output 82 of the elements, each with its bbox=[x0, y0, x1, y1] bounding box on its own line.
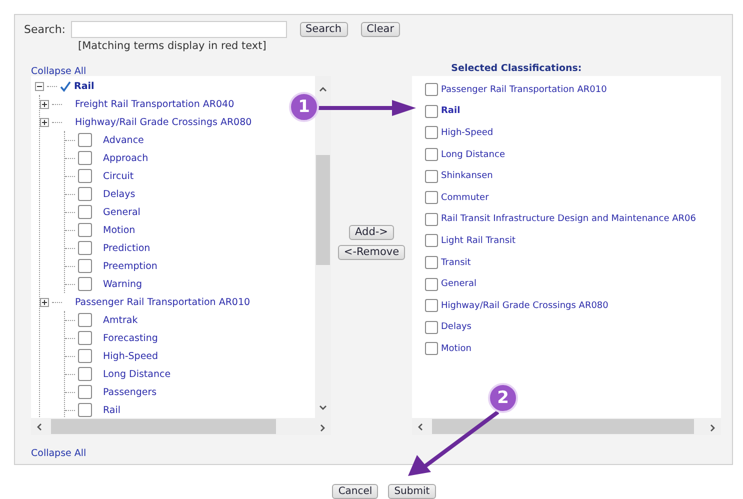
tree-item[interactable]: Warning bbox=[103, 278, 142, 290]
remove-button[interactable]: <-Remove bbox=[338, 245, 406, 260]
selected-item[interactable]: Light Rail Transit bbox=[441, 236, 516, 246]
checkbox[interactable] bbox=[78, 133, 92, 147]
checkbox[interactable] bbox=[425, 126, 438, 140]
tree-item[interactable]: Circuit bbox=[103, 170, 134, 182]
scroll-right-icon[interactable] bbox=[319, 424, 327, 432]
expand-icon[interactable] bbox=[40, 298, 49, 306]
checkbox[interactable] bbox=[78, 349, 92, 363]
scroll-right-icon[interactable] bbox=[709, 424, 717, 432]
tree-item[interactable]: Highway/Rail Grade Crossings AR080 bbox=[75, 116, 252, 128]
collapse-all-link[interactable]: Collapse All bbox=[31, 66, 86, 76]
tree-item[interactable]: Preemption bbox=[103, 260, 158, 272]
selected-item[interactable]: Rail Transit Infrastructure Design and Maintenance AR06 bbox=[441, 214, 696, 224]
checkbox[interactable] bbox=[78, 223, 92, 237]
clear-button[interactable]: Clear bbox=[360, 22, 400, 37]
selected-item[interactable]: High-Speed bbox=[441, 128, 494, 138]
tree-item[interactable]: Freight Rail Transportation AR040 bbox=[75, 98, 234, 110]
scroll-up-icon[interactable] bbox=[319, 85, 327, 93]
search-hint: [Matching terms display in red text] bbox=[78, 40, 268, 52]
checkbox[interactable] bbox=[425, 83, 438, 96]
checkbox[interactable] bbox=[425, 170, 438, 183]
scroll-left-icon[interactable] bbox=[416, 422, 424, 430]
selected-item[interactable]: Long Distance bbox=[441, 150, 505, 160]
selected-item[interactable]: Rail bbox=[441, 106, 460, 116]
checkbox[interactable] bbox=[425, 234, 438, 248]
tree-item[interactable]: Prediction bbox=[103, 242, 150, 254]
tree-item[interactable]: Passengers bbox=[103, 386, 157, 398]
tree-item[interactable]: Approach bbox=[103, 152, 148, 164]
submit-button[interactable]: Submit bbox=[388, 484, 436, 499]
tree-item[interactable]: Rail bbox=[74, 80, 94, 92]
scroll-left-icon[interactable] bbox=[35, 422, 43, 430]
tree-item[interactable]: Rail bbox=[103, 404, 120, 416]
tree-item[interactable]: Forecasting bbox=[103, 332, 158, 344]
collapse-icon[interactable] bbox=[35, 82, 44, 90]
scroll-down-icon[interactable] bbox=[319, 404, 327, 412]
tree-item[interactable]: Amtrak bbox=[103, 314, 138, 326]
checkbox[interactable] bbox=[78, 169, 92, 183]
checkbox[interactable] bbox=[78, 187, 92, 201]
selected-item[interactable]: Shinkansen bbox=[441, 171, 493, 182]
tree-item[interactable]: Passenger Rail Transportation AR010 bbox=[75, 296, 250, 308]
search-button[interactable]: Search bbox=[300, 22, 348, 37]
selected-item[interactable]: Commuter bbox=[441, 192, 489, 203]
checkbox[interactable] bbox=[425, 104, 438, 118]
selected-item[interactable]: Transit bbox=[441, 258, 471, 268]
search-field[interactable] bbox=[70, 21, 286, 38]
selected-title: Selected Classifications: bbox=[451, 62, 582, 74]
search-label: Search: bbox=[24, 23, 66, 36]
checkbox[interactable] bbox=[425, 256, 438, 270]
expand-icon[interactable] bbox=[40, 118, 49, 126]
cancel-button[interactable]: Cancel bbox=[332, 484, 378, 499]
selected-item[interactable]: General bbox=[441, 279, 476, 290]
checkbox[interactable] bbox=[78, 403, 92, 417]
tree-item[interactable]: High-Speed bbox=[103, 350, 158, 362]
checkbox[interactable] bbox=[425, 278, 438, 291]
tree-item[interactable]: Long Distance bbox=[103, 368, 171, 380]
checkbox[interactable] bbox=[78, 331, 92, 345]
checkbox[interactable] bbox=[425, 148, 438, 162]
checkbox[interactable] bbox=[425, 191, 438, 204]
tree-item[interactable]: Delays bbox=[103, 188, 136, 200]
checkbox[interactable] bbox=[78, 205, 92, 219]
selected-item[interactable]: Delays bbox=[441, 322, 472, 332]
tree-item[interactable]: Motion bbox=[103, 224, 136, 236]
selected-item[interactable]: Motion bbox=[441, 344, 472, 354]
checkbox[interactable] bbox=[78, 367, 92, 381]
expand-icon[interactable] bbox=[40, 100, 49, 108]
checkbox[interactable] bbox=[425, 299, 438, 312]
selected-item[interactable]: Highway/Rail Grade Crossings AR080 bbox=[441, 300, 608, 311]
checkbox[interactable] bbox=[78, 277, 92, 291]
checkbox[interactable] bbox=[425, 320, 438, 334]
checkbox[interactable] bbox=[78, 241, 92, 255]
checkbox[interactable] bbox=[425, 342, 438, 356]
add-button[interactable]: Add-> bbox=[349, 225, 394, 240]
checkbox[interactable] bbox=[78, 259, 92, 273]
checkbox[interactable] bbox=[425, 212, 438, 226]
checkbox[interactable] bbox=[78, 385, 92, 399]
tree-item[interactable]: General bbox=[103, 206, 140, 218]
collapse-all-link[interactable]: Collapse All bbox=[31, 448, 86, 459]
selected-item[interactable]: Passenger Rail Transportation AR010 bbox=[441, 84, 607, 95]
checkbox[interactable] bbox=[78, 151, 92, 165]
tree-item[interactable]: Advance bbox=[103, 134, 144, 146]
checkbox[interactable] bbox=[78, 313, 92, 327]
